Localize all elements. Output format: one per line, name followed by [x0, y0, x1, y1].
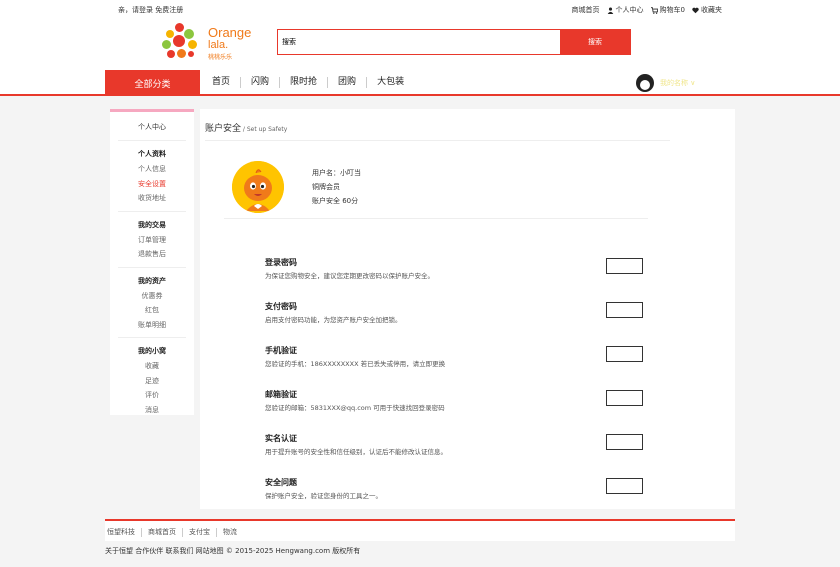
sidebar-item-orders[interactable]: 订单管理 — [118, 233, 186, 248]
all-categories-button[interactable]: 全部分类 — [105, 70, 200, 96]
favorites-label: 收藏夹 — [701, 6, 722, 14]
header: Orange lala. 桃桃乐乐 搜索 — [0, 20, 840, 70]
cart-label: 购物车0 — [659, 6, 685, 14]
security-item-heading: 登录密码 — [265, 258, 297, 267]
sidebar-item-footprints[interactable]: 足迹 — [118, 374, 186, 389]
search-input[interactable] — [278, 30, 560, 54]
nav-item-home[interactable]: 首页 — [212, 77, 242, 88]
avatar — [636, 74, 654, 92]
security-action-button[interactable] — [606, 258, 643, 274]
nav-items: 首页 闪购 限时抢 团购 大包装 — [212, 77, 414, 88]
security-item-heading: 安全问题 — [265, 478, 297, 487]
security-item-login-password: 登录密码 为保证您购物安全，建议您定期更改密码以保护账户安全。 — [265, 257, 645, 287]
footer: 恒望科技 商城首页 支付宝 物流 — [105, 519, 735, 541]
logo-text-orange: Orange — [208, 25, 252, 40]
profile-divider — [224, 218, 648, 219]
site-logo[interactable]: Orange lala. 桃桃乐乐 — [162, 23, 252, 63]
security-item-question: 安全问题 保护账户安全，验证您身份的工具之一。 — [265, 477, 645, 507]
page-subtitle: / Set up Safety — [241, 126, 288, 133]
user-menu[interactable]: 我的名称 ∨ — [636, 74, 695, 92]
sidebar: 个人中心 个人资料 个人信息 安全设置 收货地址 我的交易 订单管理 退款售后 … — [110, 109, 194, 415]
security-action-button[interactable] — [606, 434, 643, 450]
security-item-desc: 保护账户安全，验证您身份的工具之一。 — [265, 492, 382, 500]
security-item-heading: 手机验证 — [265, 346, 297, 355]
sidebar-title[interactable]: 个人中心 — [118, 122, 186, 141]
security-item-email: 邮箱验证 您验证的邮箱：5831XXX@qq.com 可用于快速找回登录密码 — [265, 389, 645, 419]
title-divider — [205, 140, 670, 141]
nav-item-limited[interactable]: 限时抢 — [280, 77, 329, 88]
profile-username: 用户名：小叮当 — [312, 169, 361, 177]
security-action-button[interactable] — [606, 390, 643, 406]
user-icon — [607, 7, 613, 14]
mall-home-link[interactable]: 商城首页 — [572, 5, 600, 15]
sidebar-group-heading: 我的小窝 — [138, 347, 166, 355]
security-item-desc: 为保证您购物安全，建议您定期更改密码以保护账户安全。 — [265, 272, 434, 280]
security-item-real-name: 实名认证 用于提升账号的安全性和信任级别，认证后不能修改认证信息。 — [265, 433, 645, 463]
top-bar: 亲，请登录 免费注册 商城首页 个人中心 购物车0 收藏夹 — [0, 0, 840, 20]
main-nav: 全部分类 首页 闪购 限时抢 团购 大包装 我的名称 ∨ — [0, 70, 840, 96]
security-item-desc: 您验证的邮箱：5831XXX@qq.com 可用于快速找回登录密码 — [265, 404, 445, 412]
security-action-button[interactable] — [606, 302, 643, 318]
sidebar-group-trade: 我的交易 订单管理 退款售后 — [118, 218, 186, 268]
security-item-desc: 用于提升账号的安全性和信任级别，认证后不能修改认证信息。 — [265, 448, 447, 456]
personal-center-label: 个人中心 — [615, 6, 644, 14]
security-item-phone: 手机验证 您验证的手机：186XXXXXXXX 若已丢失或停用，请立即更换 — [265, 345, 645, 375]
login-register-link[interactable]: 亲，请登录 免费注册 — [118, 5, 183, 15]
nav-item-group[interactable]: 团购 — [328, 77, 368, 88]
security-item-heading: 支付密码 — [265, 302, 297, 311]
security-action-button[interactable] — [606, 346, 643, 362]
sidebar-item-reviews[interactable]: 评价 — [118, 388, 186, 403]
security-item-heading: 邮箱验证 — [265, 390, 297, 399]
security-item-pay-password: 支付密码 启用支付密码功能，为您资产账户安全加把锁。 — [265, 301, 645, 331]
footer-link-logistics[interactable]: 物流 — [217, 528, 243, 537]
footer-link-mall-home[interactable]: 商城首页 — [142, 528, 183, 537]
profile-security-score: 账户安全 60分 — [312, 197, 359, 205]
sidebar-item-bills[interactable]: 账单明细 — [118, 318, 186, 333]
page-title-text: 账户安全 — [205, 124, 242, 134]
favorites-link[interactable]: 收藏夹 — [692, 5, 722, 15]
page-title: 账户安全 / Set up Safety — [205, 121, 287, 134]
sidebar-group-profile: 个人资料 个人信息 安全设置 收货地址 — [118, 147, 186, 212]
copyright: 关于恒望 合作伙伴 联系我们 网站地图 © 2015-2025 Hengwang… — [105, 547, 361, 555]
security-item-desc: 启用支付密码功能，为您资产账户安全加把锁。 — [265, 316, 402, 324]
sidebar-item-coupons[interactable]: 优惠券 — [118, 289, 186, 304]
heart-icon — [692, 7, 699, 13]
logo-text-chinese: 桃桃乐乐 — [208, 54, 233, 61]
sidebar-group-heading: 我的交易 — [138, 220, 166, 229]
personal-center-link[interactable]: 个人中心 — [607, 5, 644, 15]
nav-item-flash[interactable]: 闪购 — [241, 77, 281, 88]
search-bar: 搜索 — [277, 29, 631, 55]
sidebar-group-assets: 我的资产 优惠券 红包 账单明细 — [118, 274, 186, 338]
logo-text-lala: lala. — [208, 39, 229, 51]
security-item-desc: 您验证的手机：186XXXXXXXX 若已丢失或停用，请立即更换 — [265, 360, 446, 368]
logo-mark-icon — [162, 23, 202, 63]
sidebar-group-heading: 个人资料 — [138, 150, 166, 158]
footer-links: 恒望科技 商城首页 支付宝 物流 — [105, 528, 243, 537]
footer-link-alipay[interactable]: 支付宝 — [183, 528, 217, 537]
sidebar-item-security[interactable]: 安全设置 — [118, 177, 186, 192]
top-links: 商城首页 个人中心 购物车0 收藏夹 — [572, 5, 722, 15]
nav-item-bulk[interactable]: 大包装 — [367, 77, 414, 88]
profile-avatar — [232, 161, 284, 213]
cartoon-avatar-icon — [232, 161, 284, 213]
sidebar-item-messages[interactable]: 消息 — [118, 403, 186, 418]
security-item-heading: 实名认证 — [265, 434, 297, 443]
mall-home-label: 商城首页 — [571, 6, 600, 14]
profile-level: 铜牌会员 — [312, 183, 340, 191]
sidebar-group-heading: 我的资产 — [138, 276, 166, 285]
sidebar-item-red-packets[interactable]: 红包 — [118, 303, 186, 318]
search-button[interactable]: 搜索 — [560, 30, 630, 54]
main-content: 账户安全 / Set up Safety 用户名：小叮当 铜牌会员 账户安全 6… — [200, 109, 735, 509]
cart-link[interactable]: 购物车0 — [650, 5, 685, 15]
sidebar-item-favorites[interactable]: 收藏 — [118, 359, 186, 374]
sidebar-group-nest: 我的小窝 收藏 足迹 评价 消息 — [118, 344, 186, 422]
sidebar-item-refunds[interactable]: 退款售后 — [118, 247, 186, 262]
footer-link-company[interactable]: 恒望科技 — [105, 528, 142, 537]
sidebar-item-personal-info[interactable]: 个人信息 — [118, 162, 186, 177]
cart-icon — [650, 6, 658, 14]
profile-info: 用户名：小叮当 铜牌会员 账户安全 60分 — [312, 166, 462, 208]
user-name: 我的名称 ∨ — [660, 79, 696, 87]
sidebar-item-address[interactable]: 收货地址 — [118, 191, 186, 206]
security-action-button[interactable] — [606, 478, 643, 494]
